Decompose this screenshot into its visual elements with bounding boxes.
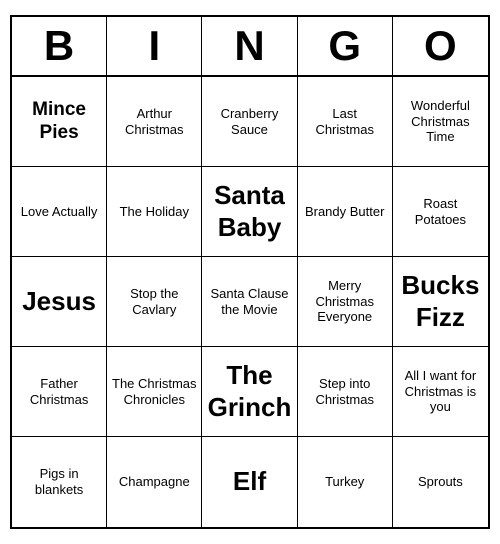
bingo-cell: Brandy Butter: [298, 167, 393, 257]
bingo-cell: Bucks Fizz: [393, 257, 488, 347]
bingo-cell: Champagne: [107, 437, 202, 527]
bingo-cell: Merry Christmas Everyone: [298, 257, 393, 347]
bingo-grid: Mince PiesArthur ChristmasCranberry Sauc…: [12, 77, 488, 527]
bingo-cell: Step into Christmas: [298, 347, 393, 437]
bingo-cell: Father Christmas: [12, 347, 107, 437]
bingo-cell: Elf: [202, 437, 297, 527]
bingo-header-letter: B: [12, 17, 107, 75]
bingo-cell: The Christmas Chronicles: [107, 347, 202, 437]
bingo-cell: Santa Baby: [202, 167, 297, 257]
bingo-cell: All I want for Christmas is you: [393, 347, 488, 437]
bingo-header-letter: O: [393, 17, 488, 75]
bingo-cell: The Holiday: [107, 167, 202, 257]
bingo-card: BINGO Mince PiesArthur ChristmasCranberr…: [10, 15, 490, 529]
bingo-cell: Santa Clause the Movie: [202, 257, 297, 347]
bingo-cell: Arthur Christmas: [107, 77, 202, 167]
bingo-header-letter: I: [107, 17, 202, 75]
bingo-cell: Roast Potatoes: [393, 167, 488, 257]
bingo-header-letter: G: [298, 17, 393, 75]
bingo-cell: Mince Pies: [12, 77, 107, 167]
bingo-cell: Wonderful Christmas Time: [393, 77, 488, 167]
bingo-header: BINGO: [12, 17, 488, 77]
bingo-cell: Stop the Cavlary: [107, 257, 202, 347]
bingo-cell: Turkey: [298, 437, 393, 527]
bingo-cell: Cranberry Sauce: [202, 77, 297, 167]
bingo-cell: Love Actually: [12, 167, 107, 257]
bingo-cell: Jesus: [12, 257, 107, 347]
bingo-header-letter: N: [202, 17, 297, 75]
bingo-cell: Last Christmas: [298, 77, 393, 167]
bingo-cell: The Grinch: [202, 347, 297, 437]
bingo-cell: Pigs in blankets: [12, 437, 107, 527]
bingo-cell: Sprouts: [393, 437, 488, 527]
